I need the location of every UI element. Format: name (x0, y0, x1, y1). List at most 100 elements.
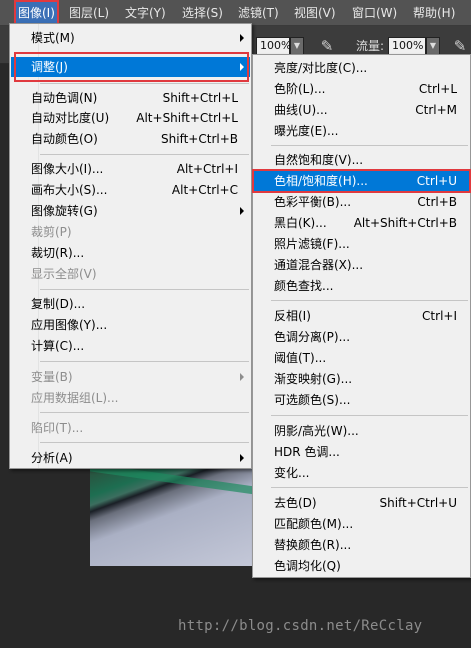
adjustments-submenu: 亮度/对比度(C)... 色阶(L)... Ctrl+L 曲线(U)... Ct… (252, 54, 471, 578)
menu-help[interactable]: 帮助(H) (413, 0, 455, 26)
menu-item-label: 反相(I) (274, 309, 311, 323)
menu-item-gradient-map[interactable]: 渐变映射(G)... (254, 369, 469, 389)
menu-item-label: HDR 色调... (274, 445, 340, 459)
menu-item-reveal-all: 显示全部(V) (11, 264, 250, 284)
menu-item-hue-saturation[interactable]: 色相/饱和度(H)... Ctrl+U (252, 169, 471, 193)
menu-item-trap: 陷印(T)... (11, 418, 250, 438)
menu-item-match-color[interactable]: 匹配颜色(M)... (254, 514, 469, 534)
menu-item-apply-image[interactable]: 应用图像(Y)... (11, 315, 250, 335)
menu-item-image-rotation[interactable]: 图像旋转(G) (11, 201, 250, 221)
menu-item-label: 自动颜色(O) (31, 132, 98, 146)
submenu-arrow-icon (238, 448, 246, 468)
menu-item-image-size[interactable]: 图像大小(I)... Alt+Ctrl+I (11, 159, 250, 179)
menu-item-crop: 裁剪(P) (11, 222, 250, 242)
menu-item-label: 色阶(L)... (274, 82, 326, 96)
menu-item-brightness-contrast[interactable]: 亮度/对比度(C)... (254, 58, 469, 78)
menu-item-label: 黑白(K)... (274, 216, 327, 230)
menu-item-color-lookup[interactable]: 颜色查找... (254, 276, 469, 296)
menu-item-desaturate[interactable]: 去色(D) Shift+Ctrl+U (254, 493, 469, 513)
menu-item-exposure[interactable]: 曝光度(E)... (254, 121, 469, 141)
menu-item-color-balance[interactable]: 色彩平衡(B)... Ctrl+B (254, 192, 469, 212)
menu-item-label: 应用数据组(L)... (31, 391, 119, 405)
menu-item-label: 变量(B) (31, 370, 73, 384)
menu-item-channel-mixer[interactable]: 通道混合器(X)... (254, 255, 469, 275)
menu-item-auto-contrast[interactable]: 自动对比度(U) Alt+Shift+Ctrl+L (11, 108, 250, 128)
menu-item-label: 自动色调(N) (31, 91, 98, 105)
menu-item-auto-tone[interactable]: 自动色调(N) Shift+Ctrl+L (11, 88, 250, 108)
menu-item-vibrance[interactable]: 自然饱和度(V)... (254, 150, 469, 170)
menu-item-label: 图像旋转(G) (31, 204, 98, 218)
menu-item-shortcut: Shift+Ctrl+U (379, 496, 457, 510)
menu-separator (271, 145, 468, 146)
menu-item-label: 裁切(R)... (31, 246, 85, 260)
menu-separator (271, 300, 468, 301)
flow-dropdown[interactable]: ▼ (426, 37, 440, 55)
menu-item-label: 色调均化(Q) (274, 559, 341, 573)
menu-item-label: 画布大小(S)... (31, 183, 108, 197)
menu-item-label: 通道混合器(X)... (274, 258, 364, 272)
menu-item-hdr-toning[interactable]: HDR 色调... (254, 442, 469, 462)
menu-item-label: 色相/饱和度(H)... (274, 174, 368, 188)
menu-item-levels[interactable]: 色阶(L)... Ctrl+L (254, 79, 469, 99)
airbrush-icon[interactable]: ✎ (450, 36, 470, 56)
menu-item-variables: 变量(B) (11, 367, 250, 387)
menu-item-label: 分析(A) (31, 451, 73, 465)
menu-item-trim[interactable]: 裁切(R)... (11, 243, 250, 263)
menu-separator (40, 442, 249, 443)
menu-item-shortcut: Alt+Ctrl+I (176, 162, 238, 176)
menu-item-label: 替换颜色(R)... (274, 538, 352, 552)
menu-item-shortcut: Ctrl+I (422, 309, 457, 323)
menu-item-label: 自然饱和度(V)... (274, 153, 364, 167)
menu-item-label: 变化... (274, 466, 310, 480)
submenu-arrow-icon (238, 367, 246, 387)
menu-item-invert[interactable]: 反相(I) Ctrl+I (254, 306, 469, 326)
flow-field[interactable]: 100% (388, 37, 426, 55)
menu-item-shortcut: Ctrl+B (417, 195, 457, 209)
submenu-arrow-icon (238, 28, 246, 48)
annotation-highlight-box (14, 52, 249, 82)
menu-separator (271, 415, 468, 416)
menu-item-shortcut: Shift+Ctrl+B (161, 132, 238, 146)
menu-item-shortcut: Ctrl+M (415, 103, 457, 117)
menu-separator (271, 487, 468, 488)
opacity-dropdown[interactable]: ▼ (290, 37, 304, 55)
menu-item-duplicate[interactable]: 复制(D)... (11, 294, 250, 314)
menu-item-shortcut: Alt+Shift+Ctrl+B (353, 216, 457, 230)
menu-item-shortcut: Alt+Ctrl+C (171, 183, 238, 197)
menu-item-label: 亮度/对比度(C)... (274, 61, 368, 75)
menu-view[interactable]: 视图(V) (294, 0, 336, 26)
menu-item-selective-color[interactable]: 可选颜色(S)... (254, 390, 469, 410)
menu-item-calculations[interactable]: 计算(C)... (11, 336, 250, 356)
menu-item-shadows-highlights[interactable]: 阴影/高光(W)... (254, 421, 469, 441)
menu-window[interactable]: 窗口(W) (352, 0, 397, 26)
menu-item-curves[interactable]: 曲线(U)... Ctrl+M (254, 100, 469, 120)
menu-item-label: 匹配颜色(M)... (274, 517, 354, 531)
menu-item-posterize[interactable]: 色调分离(P)... (254, 327, 469, 347)
flow-label: 流量: (356, 39, 385, 53)
menu-item-photo-filter[interactable]: 照片滤镜(F)... (254, 234, 469, 254)
menu-item-label: 色调分离(P)... (274, 330, 351, 344)
menu-item-label: 应用图像(Y)... (31, 318, 108, 332)
menu-item-canvas-size[interactable]: 画布大小(S)... Alt+Ctrl+C (11, 180, 250, 200)
menu-item-replace-color[interactable]: 替换颜色(R)... (254, 535, 469, 555)
menu-item-label: 照片滤镜(F)... (274, 237, 350, 251)
menu-item-label: 阴影/高光(W)... (274, 424, 359, 438)
menu-item-label: 渐变映射(G)... (274, 372, 353, 386)
menu-item-label: 曝光度(E)... (274, 124, 339, 138)
menu-item-black-white[interactable]: 黑白(K)... Alt+Shift+Ctrl+B (254, 213, 469, 233)
airbrush-pressure-icon[interactable]: ✎ (317, 36, 337, 56)
menu-item-label: 颜色查找... (274, 279, 334, 293)
menu-item-label: 裁剪(P) (31, 225, 72, 239)
menu-item-threshold[interactable]: 阈值(T)... (254, 348, 469, 368)
menu-item-label: 曲线(U)... (274, 103, 328, 117)
canvas-image[interactable] (90, 468, 253, 566)
menu-item-auto-color[interactable]: 自动颜色(O) Shift+Ctrl+B (11, 129, 250, 149)
menu-item-mode[interactable]: 模式(M) (11, 28, 250, 48)
menu-item-variations[interactable]: 变化... (254, 463, 469, 483)
menu-item-equalize[interactable]: 色调均化(Q) (254, 556, 469, 576)
menu-item-label: 可选颜色(S)... (274, 393, 351, 407)
menu-item-analysis[interactable]: 分析(A) (11, 448, 250, 468)
opacity-field[interactable]: 100% (256, 37, 291, 55)
menu-item-label: 计算(C)... (31, 339, 85, 353)
menu-item-label: 阈值(T)... (274, 351, 327, 365)
